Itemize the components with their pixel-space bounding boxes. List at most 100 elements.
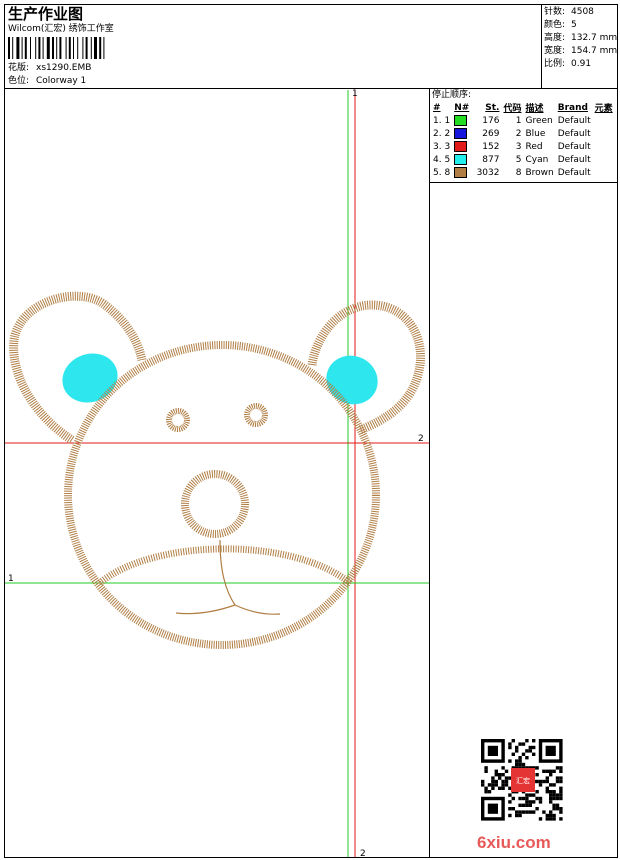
- qr-module: [504, 769, 509, 773]
- qr-module: [552, 793, 556, 797]
- qr-module: [521, 810, 526, 814]
- qr-module: [528, 800, 532, 804]
- qr-module: [532, 800, 536, 804]
- qr-module: [525, 793, 529, 797]
- qr-module: [559, 790, 563, 794]
- qr-module: [552, 796, 556, 801]
- qr-module: [545, 779, 549, 784]
- design-canvas: 1 2 2 1 汇宏 6xiu.com: [5, 89, 563, 859]
- guide-label-red-top: 1: [352, 89, 358, 99]
- qr-module: [501, 783, 505, 787]
- qr-module: [532, 739, 536, 743]
- qr-module: [542, 779, 546, 784]
- left-inner-ear-fill: [62, 353, 118, 403]
- qr-module: [491, 783, 495, 787]
- qr-module: [515, 810, 519, 814]
- qr-module: [542, 769, 546, 773]
- qr-module: [545, 817, 549, 821]
- qr-module: [528, 810, 532, 814]
- qr-module: [532, 752, 536, 756]
- seal-text: 汇宏: [516, 776, 530, 785]
- guide-label-red-right: 2: [418, 434, 424, 444]
- qr-module: [525, 800, 529, 804]
- qr-module: [555, 766, 560, 770]
- qr-module: [549, 796, 553, 801]
- qr-module: [535, 773, 539, 777]
- qr-module: [508, 745, 512, 750]
- watermark-text: 6xiu.com: [477, 833, 551, 852]
- nose: [181, 470, 249, 538]
- qr-module: [504, 779, 509, 784]
- qr-module: [498, 786, 502, 790]
- qr-module: [494, 779, 498, 784]
- qr-module: [518, 756, 522, 760]
- qr-module: [484, 766, 488, 770]
- qr-module: [521, 742, 526, 746]
- qr-module: [559, 810, 563, 814]
- qr-module: [518, 796, 522, 801]
- qr-module: [545, 813, 549, 818]
- qr-module: [535, 790, 539, 794]
- qr-module: [498, 773, 502, 777]
- qr-module: [552, 790, 556, 794]
- qr-module: [518, 813, 522, 818]
- qr-finder: [487, 745, 498, 756]
- qr-module: [501, 779, 505, 784]
- qr-module: [549, 817, 553, 821]
- qr-module: [559, 766, 563, 770]
- qr-module: [538, 796, 543, 801]
- qr-module: [538, 783, 543, 787]
- qr-module: [494, 773, 498, 777]
- qr-module: [484, 786, 488, 790]
- qr-module: [559, 786, 563, 790]
- qr-module: [559, 796, 563, 801]
- qr-module: [552, 783, 556, 787]
- qr-module: [518, 762, 522, 767]
- qr-module: [559, 779, 563, 784]
- bear-outline: [9, 291, 426, 649]
- qr-module: [545, 790, 549, 794]
- qr-module: [511, 796, 515, 801]
- qr-module: [494, 769, 498, 773]
- qr-module: [555, 803, 560, 807]
- qr-module: [494, 783, 498, 787]
- qr-module: [491, 779, 495, 784]
- qr-module: [511, 739, 515, 743]
- qr-module: [545, 769, 549, 773]
- guide-label-red-bottom: 2: [360, 849, 366, 859]
- qr-module: [508, 759, 512, 763]
- qr-module: [508, 793, 512, 797]
- qr-module: [535, 807, 539, 811]
- qr-module: [508, 742, 512, 746]
- qr-module: [504, 776, 509, 780]
- qr-module: [559, 793, 563, 797]
- qr-module: [491, 786, 495, 790]
- qr-module: [532, 810, 536, 814]
- qr-module: [508, 807, 512, 811]
- guide-label-green-left: 1: [8, 574, 14, 584]
- qr-module: [559, 776, 563, 780]
- qr-module: [532, 793, 536, 797]
- qr-module: [521, 803, 526, 807]
- qr-module: [528, 803, 532, 807]
- qr-module: [515, 762, 519, 767]
- qr-module: [481, 783, 485, 787]
- qr-module: [504, 783, 509, 787]
- qr-module: [549, 800, 553, 804]
- qr-module: [555, 796, 560, 801]
- qr-module: [518, 742, 522, 746]
- qr-module: [549, 783, 553, 787]
- qr-module: [525, 749, 529, 753]
- qr-module: [549, 810, 553, 814]
- qr-finder: [545, 745, 556, 756]
- qr-module: [528, 745, 532, 750]
- qr-module: [552, 803, 556, 807]
- qr-module: [552, 769, 556, 773]
- right-eye: [244, 403, 268, 427]
- qr-module: [538, 817, 543, 821]
- qr-module: [528, 793, 532, 797]
- qr-module: [511, 752, 515, 756]
- qr-module: [515, 749, 519, 753]
- qr-module: [549, 793, 553, 797]
- qr-module: [481, 779, 485, 784]
